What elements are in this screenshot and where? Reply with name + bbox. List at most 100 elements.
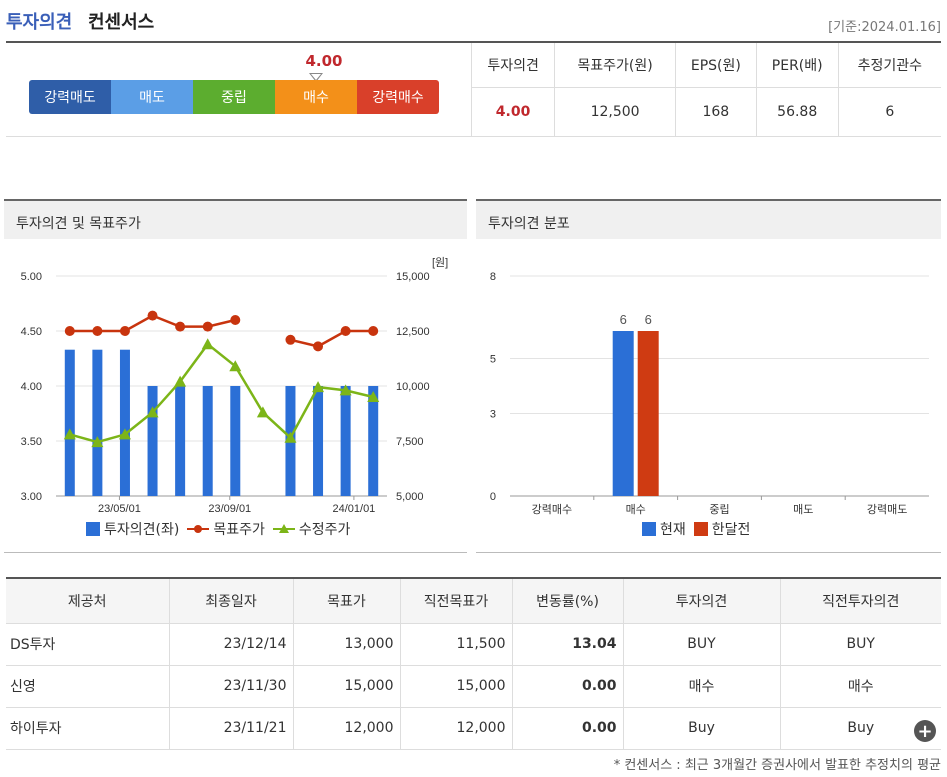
footnote: * 컨센서스 : 최근 3개월간 증권사에서 발표한 추정치의 평균: [613, 758, 941, 773]
price-line: [69, 342, 374, 444]
y-right-tick-label: 12,500: [396, 326, 430, 338]
target-price-point: [64, 326, 75, 336]
opinion-neutral: 중립: [193, 80, 275, 114]
legend-opinion-swatch: [86, 522, 100, 536]
consensus-summary-table: 투자의견 목표주가(원) EPS(원) PER(배) 추정기관수 4.00 12…: [470, 43, 941, 137]
cell-prev-target: 11,500: [400, 623, 513, 666]
opinion-strong-buy: 강력매수: [357, 80, 439, 114]
x-tick-label: 중립: [709, 503, 729, 516]
bar-data-label: 6: [620, 312, 627, 327]
legend-opinion-label: 투자의견(좌): [104, 522, 180, 538]
x-tick-label: 강력매도: [867, 503, 907, 516]
page-subtitle: 컨센서스: [88, 12, 155, 33]
opinion-target-chart: 5.00 4.50 4.00 3.50 3.00 15,000 12,500 10,000 7,…: [21, 256, 449, 515]
summary-header-count: 추정기관수: [837, 43, 941, 88]
y-right-unit-label: [원]: [432, 256, 448, 269]
cell-opinion: BUY: [623, 623, 781, 666]
opinion-bar: [340, 386, 351, 496]
legend-current-label: 현재: [660, 522, 686, 538]
opinion-bar: [175, 386, 186, 496]
opinion-distribution-chart: 8 5 3 0 강력매수 매수 6 6 중립 매도 강력매도: [490, 271, 929, 516]
opinion-strong-sell: 강력매도: [29, 80, 111, 114]
legend-current-swatch: [642, 522, 656, 536]
opinion-bar: [313, 386, 324, 496]
target-price-point: [285, 334, 296, 345]
distribution-bar: [612, 331, 634, 496]
legend-current: 현재: [642, 519, 686, 539]
expand-plus-icon[interactable]: +: [914, 720, 936, 742]
y-left-tick-label: 4.50: [21, 326, 42, 338]
summary-target-value: 12,500: [554, 87, 676, 137]
table-row: DS투자 23/12/14 13,000 11,500 13.04 BUY BU…: [6, 623, 941, 666]
target-price-point: [147, 310, 158, 321]
opinion-score: 4.00: [305, 52, 343, 70]
summary-eps-value: 168: [674, 87, 757, 137]
target-price-point: [230, 315, 241, 325]
target-line: [290, 329, 374, 348]
y-tick-label: 5: [490, 354, 496, 366]
summary-per-value: 56.88: [755, 87, 839, 137]
summary-header-per: PER(배): [755, 43, 839, 88]
col-header-target: 목표가: [293, 577, 401, 624]
col-header-prev-target: 직전목표가: [400, 577, 513, 624]
panel-bottom-line: [4, 552, 467, 553]
cell-target: 15,000: [293, 665, 401, 708]
legend-price: 수정주가: [272, 519, 350, 539]
target-price-point: [368, 326, 379, 336]
legend-month-ago-swatch: [693, 522, 708, 536]
panel-bottom-line: [476, 552, 941, 553]
cell-provider: 신영: [6, 665, 170, 708]
y-left-tick-label: 3.50: [21, 436, 42, 448]
cell-target: 12,000: [293, 707, 401, 750]
opinion-distribution-legend: 현재 한달전: [642, 519, 750, 539]
summary-opinion-value: 4.00: [470, 87, 555, 137]
col-header-date: 최종일자: [169, 577, 294, 624]
bar-data-label: 6: [645, 312, 652, 327]
summary-header-target: 목표주가(원): [554, 43, 676, 88]
target-price-point: [175, 321, 186, 332]
y-left-tick-label: 4.00: [21, 381, 42, 393]
target-price-point: [340, 326, 351, 336]
opinion-bar: [92, 349, 103, 496]
y-left-tick-label: 3.00: [21, 491, 42, 503]
legend-target-swatch: [187, 525, 210, 533]
cell-prev-target: 15,000: [400, 665, 513, 708]
opinion-target-legend: 투자의견(좌) 목표주가 수정주가: [86, 519, 350, 539]
y-left-tick-label: 5.00: [21, 271, 42, 283]
opinion-bar: [64, 349, 75, 496]
y-right-tick-label: 15,000: [396, 271, 430, 283]
target-price-point: [313, 341, 324, 352]
legend-opinion: 투자의견(좌): [86, 519, 179, 539]
table-row: 신영 23/11/30 15,000 15,000 0.00 매수 매수: [6, 665, 941, 708]
col-header-prev-opinion: 직전투자의견: [780, 577, 941, 624]
y-tick-label: 0: [490, 491, 496, 503]
x-tick-label: 강력매수: [532, 503, 572, 516]
cell-date: 23/12/14: [169, 623, 294, 666]
x-tick-label: 23/05/01: [98, 503, 141, 515]
y-right-tick-label: 5,000: [396, 491, 424, 503]
target-price-point: [202, 321, 213, 332]
page-title: 투자의견: [6, 12, 73, 33]
y-right-tick-label: 7,500: [396, 436, 424, 448]
opinion-target-chart-title: 투자의견 및 목표주가: [4, 199, 467, 239]
target-price-point: [92, 326, 103, 336]
target-price-point: [119, 326, 130, 336]
opinion-bar: [230, 386, 241, 496]
cell-prev-opinion: 매수: [780, 665, 941, 708]
opinion-bar: [368, 386, 379, 496]
opinion-distribution-chart-panel: 투자의견 분포 8 5 3 0 강력매수 매수 6 6 중립 매도 강력매도 현재 한달전: [476, 199, 941, 553]
cell-change: 13.04: [512, 623, 624, 666]
col-header-provider: 제공처: [6, 577, 170, 624]
cell-provider: DS투자: [6, 623, 170, 666]
legend-target: 목표주가: [187, 519, 265, 539]
opinion-buy: 매수: [275, 80, 357, 114]
adjusted-price-point: [256, 406, 269, 418]
reference-date: [기준:2024.01.16]: [828, 20, 941, 35]
summary-header-opinion: 투자의견: [470, 43, 555, 88]
opinion-bar: [202, 386, 213, 496]
opinion-distribution-chart-title: 투자의견 분포: [476, 199, 941, 239]
cell-opinion: Buy: [623, 707, 781, 750]
legend-target-label: 목표주가: [213, 522, 265, 538]
legend-price-swatch: [272, 524, 295, 533]
cell-date: 23/11/30: [169, 665, 294, 708]
